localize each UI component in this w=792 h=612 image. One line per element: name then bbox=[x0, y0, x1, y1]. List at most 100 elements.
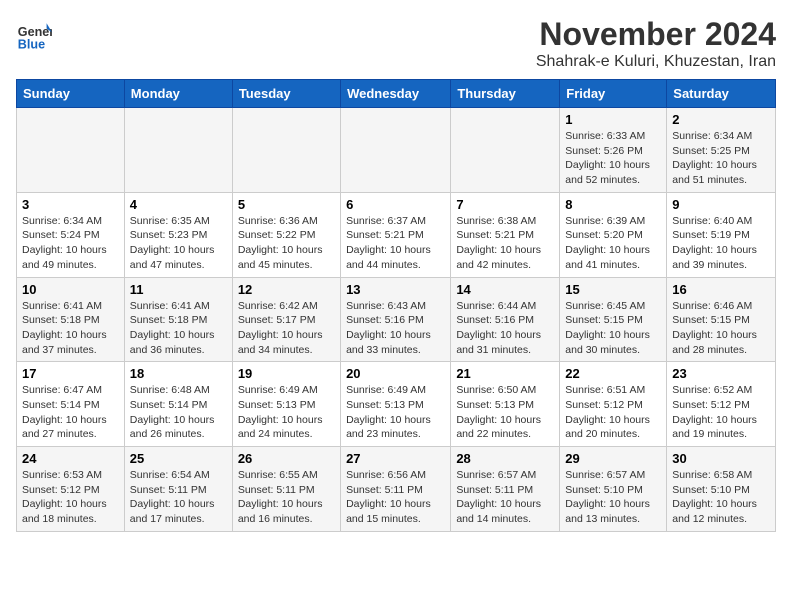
day-cell: 5 Sunrise: 6:36 AM Sunset: 5:22 PM Daylig… bbox=[232, 192, 340, 277]
day-cell: 25 Sunrise: 6:54 AM Sunset: 5:11 PM Dayli… bbox=[124, 447, 232, 532]
day-info: Sunrise: 6:58 AM Sunset: 5:10 PM Dayligh… bbox=[672, 468, 770, 527]
week-row-3: 10Sunrise: 6:41 AM Sunset: 5:18 PM Dayli… bbox=[17, 277, 776, 362]
day-number: 22 bbox=[565, 366, 661, 381]
day-cell: 27 Sunrise: 6:56 AM Sunset: 5:11 PM Dayli… bbox=[341, 447, 451, 532]
day-info: Sunrise: 6:34 AM Sunset: 5:25 PM Dayligh… bbox=[672, 129, 770, 188]
day-number: 7 bbox=[456, 197, 554, 212]
day-info: Sunrise: 6:52 AM Sunset: 5:12 PM Dayligh… bbox=[672, 383, 770, 442]
day-cell: 22 Sunrise: 6:51 AM Sunset: 5:12 PM Dayli… bbox=[560, 362, 667, 447]
day-info: Sunrise: 6:38 AM Sunset: 5:21 PM Dayligh… bbox=[456, 214, 554, 273]
day-cell: 3Sunrise: 6:34 AM Sunset: 5:24 PM Daylig… bbox=[17, 192, 125, 277]
day-number: 27 bbox=[346, 451, 445, 466]
weekday-header-row: SundayMondayTuesdayWednesdayThursdayFrid… bbox=[17, 80, 776, 108]
day-number: 24 bbox=[22, 451, 119, 466]
day-cell bbox=[124, 108, 232, 193]
day-info: Sunrise: 6:43 AM Sunset: 5:16 PM Dayligh… bbox=[346, 299, 445, 358]
day-info: Sunrise: 6:50 AM Sunset: 5:13 PM Dayligh… bbox=[456, 383, 554, 442]
week-row-4: 17Sunrise: 6:47 AM Sunset: 5:14 PM Dayli… bbox=[17, 362, 776, 447]
day-cell: 24 Sunrise: 6:53 AM Sunset: 5:12 PM Dayli… bbox=[17, 447, 125, 532]
day-number: 30 bbox=[672, 451, 770, 466]
day-info: Sunrise: 6:36 AM Sunset: 5:22 PM Dayligh… bbox=[238, 214, 335, 273]
day-number: 25 bbox=[130, 451, 227, 466]
calendar-table: SundayMondayTuesdayWednesdayThursdayFrid… bbox=[16, 79, 776, 532]
day-info: Sunrise: 6:57 AM Sunset: 5:10 PM Dayligh… bbox=[565, 468, 661, 527]
svg-text:Blue: Blue bbox=[18, 37, 45, 51]
day-number: 9 bbox=[672, 197, 770, 212]
day-cell: 28 Sunrise: 6:57 AM Sunset: 5:11 PM Dayli… bbox=[451, 447, 560, 532]
day-number: 20 bbox=[346, 366, 445, 381]
day-cell bbox=[17, 108, 125, 193]
day-cell: 1 Sunrise: 6:33 AM Sunset: 5:26 PM Daylig… bbox=[560, 108, 667, 193]
day-number: 12 bbox=[238, 282, 335, 297]
day-cell: 29 Sunrise: 6:57 AM Sunset: 5:10 PM Dayli… bbox=[560, 447, 667, 532]
logo-icon: General Blue bbox=[16, 16, 52, 52]
title-area: November 2024 Shahrak-e Kuluri, Khuzesta… bbox=[536, 16, 776, 71]
day-cell bbox=[232, 108, 340, 193]
day-info: Sunrise: 6:49 AM Sunset: 5:13 PM Dayligh… bbox=[346, 383, 445, 442]
day-info: Sunrise: 6:48 AM Sunset: 5:14 PM Dayligh… bbox=[130, 383, 227, 442]
day-info: Sunrise: 6:37 AM Sunset: 5:21 PM Dayligh… bbox=[346, 214, 445, 273]
day-info: Sunrise: 6:57 AM Sunset: 5:11 PM Dayligh… bbox=[456, 468, 554, 527]
day-cell: 8 Sunrise: 6:39 AM Sunset: 5:20 PM Daylig… bbox=[560, 192, 667, 277]
location-title: Shahrak-e Kuluri, Khuzestan, Iran bbox=[536, 53, 776, 71]
week-row-2: 3Sunrise: 6:34 AM Sunset: 5:24 PM Daylig… bbox=[17, 192, 776, 277]
day-cell: 13 Sunrise: 6:43 AM Sunset: 5:16 PM Dayli… bbox=[341, 277, 451, 362]
day-cell: 7 Sunrise: 6:38 AM Sunset: 5:21 PM Daylig… bbox=[451, 192, 560, 277]
day-info: Sunrise: 6:34 AM Sunset: 5:24 PM Dayligh… bbox=[22, 214, 119, 273]
day-cell: 10Sunrise: 6:41 AM Sunset: 5:18 PM Dayli… bbox=[17, 277, 125, 362]
weekday-header-sunday: Sunday bbox=[17, 80, 125, 108]
day-number: 10 bbox=[22, 282, 119, 297]
day-number: 2 bbox=[672, 112, 770, 127]
day-number: 14 bbox=[456, 282, 554, 297]
day-number: 19 bbox=[238, 366, 335, 381]
month-title: November 2024 bbox=[536, 16, 776, 53]
day-info: Sunrise: 6:33 AM Sunset: 5:26 PM Dayligh… bbox=[565, 129, 661, 188]
day-cell: 2 Sunrise: 6:34 AM Sunset: 5:25 PM Daylig… bbox=[667, 108, 776, 193]
day-info: Sunrise: 6:39 AM Sunset: 5:20 PM Dayligh… bbox=[565, 214, 661, 273]
day-cell: 20 Sunrise: 6:49 AM Sunset: 5:13 PM Dayli… bbox=[341, 362, 451, 447]
day-cell bbox=[341, 108, 451, 193]
day-number: 5 bbox=[238, 197, 335, 212]
day-cell: 17Sunrise: 6:47 AM Sunset: 5:14 PM Dayli… bbox=[17, 362, 125, 447]
day-cell: 21 Sunrise: 6:50 AM Sunset: 5:13 PM Dayli… bbox=[451, 362, 560, 447]
day-number: 17 bbox=[22, 366, 119, 381]
day-number: 23 bbox=[672, 366, 770, 381]
day-number: 6 bbox=[346, 197, 445, 212]
day-cell: 16 Sunrise: 6:46 AM Sunset: 5:15 PM Dayli… bbox=[667, 277, 776, 362]
day-info: Sunrise: 6:46 AM Sunset: 5:15 PM Dayligh… bbox=[672, 299, 770, 358]
day-info: Sunrise: 6:49 AM Sunset: 5:13 PM Dayligh… bbox=[238, 383, 335, 442]
day-cell: 19 Sunrise: 6:49 AM Sunset: 5:13 PM Dayli… bbox=[232, 362, 340, 447]
weekday-header-monday: Monday bbox=[124, 80, 232, 108]
day-info: Sunrise: 6:40 AM Sunset: 5:19 PM Dayligh… bbox=[672, 214, 770, 273]
day-number: 21 bbox=[456, 366, 554, 381]
weekday-header-thursday: Thursday bbox=[451, 80, 560, 108]
day-cell: 30 Sunrise: 6:58 AM Sunset: 5:10 PM Dayli… bbox=[667, 447, 776, 532]
day-info: Sunrise: 6:53 AM Sunset: 5:12 PM Dayligh… bbox=[22, 468, 119, 527]
weekday-header-saturday: Saturday bbox=[667, 80, 776, 108]
day-info: Sunrise: 6:35 AM Sunset: 5:23 PM Dayligh… bbox=[130, 214, 227, 273]
day-number: 16 bbox=[672, 282, 770, 297]
day-cell bbox=[451, 108, 560, 193]
day-cell: 26Sunrise: 6:55 AM Sunset: 5:11 PM Dayli… bbox=[232, 447, 340, 532]
day-number: 1 bbox=[565, 112, 661, 127]
week-row-1: 1 Sunrise: 6:33 AM Sunset: 5:26 PM Daylig… bbox=[17, 108, 776, 193]
day-number: 15 bbox=[565, 282, 661, 297]
day-number: 29 bbox=[565, 451, 661, 466]
day-cell: 14Sunrise: 6:44 AM Sunset: 5:16 PM Dayli… bbox=[451, 277, 560, 362]
day-cell: 23 Sunrise: 6:52 AM Sunset: 5:12 PM Dayli… bbox=[667, 362, 776, 447]
day-number: 11 bbox=[130, 282, 227, 297]
day-number: 13 bbox=[346, 282, 445, 297]
day-number: 8 bbox=[565, 197, 661, 212]
day-number: 26 bbox=[238, 451, 335, 466]
day-info: Sunrise: 6:42 AM Sunset: 5:17 PM Dayligh… bbox=[238, 299, 335, 358]
weekday-header-tuesday: Tuesday bbox=[232, 80, 340, 108]
day-info: Sunrise: 6:56 AM Sunset: 5:11 PM Dayligh… bbox=[346, 468, 445, 527]
day-number: 4 bbox=[130, 197, 227, 212]
day-cell: 9 Sunrise: 6:40 AM Sunset: 5:19 PM Daylig… bbox=[667, 192, 776, 277]
weekday-header-friday: Friday bbox=[560, 80, 667, 108]
day-number: 28 bbox=[456, 451, 554, 466]
day-cell: 12 Sunrise: 6:42 AM Sunset: 5:17 PM Dayli… bbox=[232, 277, 340, 362]
day-info: Sunrise: 6:54 AM Sunset: 5:11 PM Dayligh… bbox=[130, 468, 227, 527]
day-info: Sunrise: 6:51 AM Sunset: 5:12 PM Dayligh… bbox=[565, 383, 661, 442]
day-cell: 15Sunrise: 6:45 AM Sunset: 5:15 PM Dayli… bbox=[560, 277, 667, 362]
